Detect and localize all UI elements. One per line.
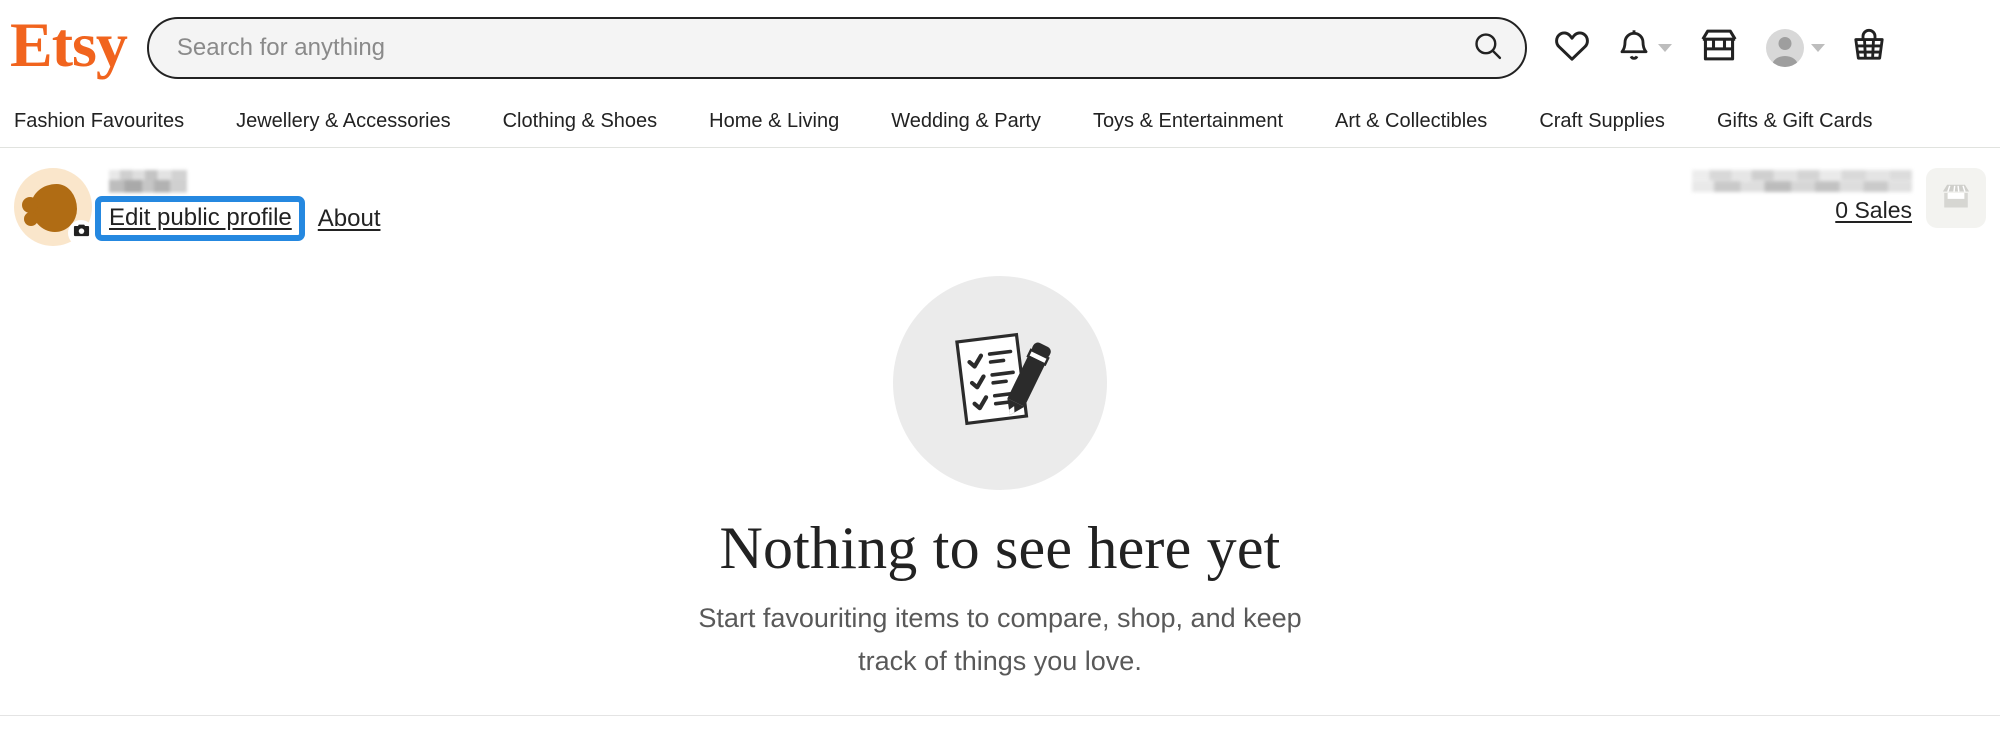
heart-icon [1553, 28, 1591, 67]
shop-tile-button[interactable] [1926, 168, 1986, 228]
storefront-icon [1939, 180, 1973, 217]
camera-icon [73, 223, 90, 243]
profile-header-row: Edit public profile About 0 Sales [0, 148, 2000, 258]
storefront-icon [1698, 27, 1740, 68]
account-avatar-icon [1765, 28, 1804, 67]
shop-meta: 0 Sales [1692, 168, 1912, 224]
account-button[interactable] [1765, 28, 1825, 67]
etsy-logo[interactable]: Etsy [10, 12, 128, 80]
shop-summary: 0 Sales [1692, 168, 1986, 228]
profile-username-redacted [109, 170, 187, 193]
shop-name-redacted [1692, 170, 1912, 192]
nav-item-fashion-favourites[interactable]: Fashion Favourites [14, 110, 210, 133]
profile-links: Edit public profile About [95, 196, 381, 241]
empty-state: Nothing to see here yet Start favouritin… [0, 276, 2000, 682]
page-bottom-divider [0, 715, 2000, 716]
bell-icon [1617, 27, 1651, 68]
nav-item-clothing-shoes[interactable]: Clothing & Shoes [477, 110, 684, 133]
chevron-down-icon [1657, 43, 1672, 52]
site-header: Etsy [0, 0, 2000, 95]
notifications-button[interactable] [1617, 27, 1672, 68]
nav-item-craft-supplies[interactable]: Craft Supplies [1513, 110, 1691, 133]
nav-item-art-collectibles[interactable]: Art & Collectibles [1309, 110, 1513, 133]
checklist-pencil-icon [936, 317, 1064, 450]
header-icon-group [1553, 27, 1887, 68]
profile-identity: Edit public profile About [14, 168, 380, 246]
nav-item-wedding-party[interactable]: Wedding & Party [865, 110, 1067, 133]
empty-state-subtitle: Start favouriting items to compare, shop… [698, 603, 1302, 676]
search-input[interactable] [148, 18, 1525, 77]
shop-manager-button[interactable] [1698, 27, 1740, 68]
nav-item-home-living[interactable]: Home & Living [683, 110, 865, 133]
nav-item-jewellery-accessories[interactable]: Jewellery & Accessories [210, 110, 477, 133]
about-link[interactable]: About [318, 205, 381, 233]
favourites-button[interactable] [1553, 28, 1591, 67]
edit-public-profile-link[interactable]: Edit public profile [109, 204, 292, 231]
category-nav: Fashion Favourites Jewellery & Accessori… [0, 95, 2000, 148]
change-photo-button[interactable] [68, 220, 94, 246]
search-box[interactable] [146, 16, 1527, 79]
sales-count-link[interactable]: 0 Sales [1835, 197, 1912, 224]
empty-state-illustration [893, 276, 1107, 490]
empty-state-title: Nothing to see here yet [719, 515, 1281, 581]
nav-item-toys-entertainment[interactable]: Toys & Entertainment [1067, 110, 1309, 133]
search-button[interactable] [1465, 25, 1511, 71]
profile-meta: Edit public profile About [95, 168, 381, 241]
profile-avatar[interactable] [14, 168, 94, 246]
search-icon [1471, 29, 1505, 66]
nav-item-gifts-gift-cards[interactable]: Gifts & Gift Cards [1691, 110, 1899, 133]
edit-public-profile-focus-ring: Edit public profile [95, 196, 305, 241]
chevron-down-icon [1810, 43, 1825, 52]
cart-button[interactable] [1851, 27, 1887, 68]
cart-basket-icon [1851, 27, 1887, 68]
search-container [146, 16, 1527, 79]
